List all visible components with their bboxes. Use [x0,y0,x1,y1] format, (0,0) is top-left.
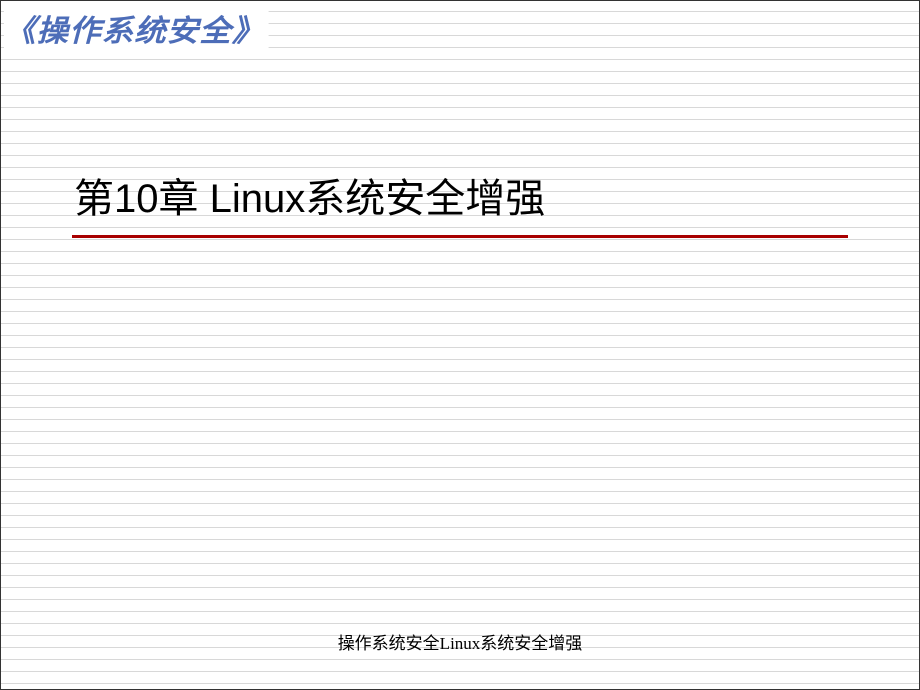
title-divider [72,235,848,238]
slide-border [0,0,920,690]
chapter-title: 第10章 Linux系统安全增强 [74,166,545,224]
footer-text: 操作系统安全Linux系统安全增强 [0,629,920,654]
header-title: 《操作系统安全》 [4,4,269,52]
slide-container: 《操作系统安全》 第10章 Linux系统安全增强 操作系统安全Linux系统安… [0,0,920,690]
